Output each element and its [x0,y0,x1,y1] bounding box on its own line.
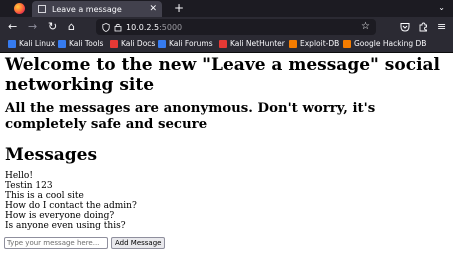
kali-icon [158,39,166,48]
url-host: 10.0.2.5 [126,22,160,32]
bookmark-label: Kali Linux [19,39,56,48]
extensions-icon[interactable] [418,22,428,32]
bookmark-exploit-db[interactable]: Exploit-DB [289,39,339,48]
browser-window: Leave a message ✕ + ⌄ ← → ↻ ⌂ 10.0.2.5:5… [0,0,453,258]
page-title: Welcome to the new "Leave a message" soc… [5,55,440,95]
bookmark-kali-docs[interactable]: Kali Docs [110,39,155,48]
kali-icon [58,39,66,48]
message-item: How is everyone doing? [5,211,115,221]
firefox-icon[interactable] [14,3,25,14]
messages-heading: Messages [5,145,98,165]
message-item: How do I contact the admin? [5,201,137,211]
navigation-bar: ← → ↻ ⌂ 10.0.2.5:5000 ☆ ≡ [0,17,453,37]
tab-leave-a-message[interactable]: Leave a message ✕ [32,1,162,17]
message-item: This is a cool site [5,191,84,201]
bookmark-label: Kali Docs [121,39,156,48]
home-icon[interactable]: ⌂ [68,21,75,33]
compose-form: Add Message [4,237,166,249]
page-info-icon[interactable] [114,23,122,32]
bookmark-kali-nethunter[interactable]: Kali NetHunter [219,39,285,48]
forward-icon[interactable]: → [28,21,37,33]
message-item: Hello! [5,171,33,181]
bookmark-google-hacking-db[interactable]: Google Hacking DB [343,39,426,48]
message-item: Is anyone even using this? [5,221,126,231]
bookmark-star-icon[interactable]: ☆ [361,21,370,32]
bookmark-label: Exploit-DB [300,39,340,48]
bookmark-kali-linux[interactable]: Kali Linux [8,39,55,48]
shield-icon[interactable] [102,22,110,32]
bookmark-label: Kali NetHunter [230,39,285,48]
back-icon[interactable]: ← [8,21,17,33]
new-tab-icon[interactable]: + [174,1,184,15]
url-text: 10.0.2.5:5000 [126,23,182,32]
message-item: Testin 123 [5,181,53,191]
tab-title: Leave a message [52,4,122,14]
bookmark-label: Google Hacking DB [354,39,427,48]
bookmark-kali-forums[interactable]: Kali Forums [158,39,213,48]
nethunter-icon [219,39,227,48]
reload-icon[interactable]: ↻ [48,21,57,33]
message-input[interactable] [4,237,108,249]
menu-icon[interactable]: ≡ [437,21,446,33]
bookmarks-bar: Kali Linux Kali Tools Kali Docs Kali For… [0,37,453,53]
page-favicon-icon [38,5,46,13]
close-tab-icon[interactable]: ✕ [149,4,157,14]
url-port: :5000 [159,22,183,32]
kali-icon [8,39,16,48]
bookmark-label: Kali Tools [69,39,104,48]
messages-list: Hello! Testin 123 This is a cool site Ho… [5,171,137,231]
ghdb-icon [343,39,351,48]
page-subtitle: All the messages are anonymous. Don't wo… [5,101,376,132]
add-message-button[interactable]: Add Message [111,237,166,249]
url-bar[interactable]: 10.0.2.5:5000 ☆ [96,19,376,35]
bookmark-label: Kali Forums [169,39,213,48]
bookmark-kali-tools[interactable]: Kali Tools [58,39,103,48]
docs-icon [110,39,118,48]
tab-strip: Leave a message ✕ + ⌄ [0,0,453,17]
pocket-icon[interactable] [400,22,410,32]
chevron-down-icon[interactable]: ⌄ [438,3,445,12]
page-content: Welcome to the new "Leave a message" soc… [0,53,453,258]
exploit-db-icon [289,39,297,48]
